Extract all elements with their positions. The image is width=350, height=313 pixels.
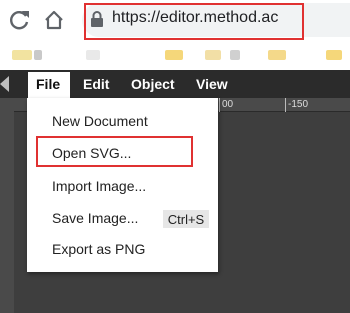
bookmark-blur (268, 50, 286, 60)
home-icon[interactable] (42, 8, 66, 32)
menu-bar: File Edit Object View (0, 70, 350, 98)
url-highlight-box (84, 3, 304, 40)
menu-item-export-png[interactable]: Export as PNG (52, 241, 145, 257)
file-menu-dropdown: New Document Open SVG... Import Image...… (27, 98, 218, 272)
open-svg-highlight-box (36, 136, 193, 167)
bookmark-blur (205, 50, 221, 60)
ruler-label: 00 (222, 99, 234, 110)
menu-item-save-image[interactable]: Save Image... (52, 210, 138, 226)
bookmark-blur (230, 50, 240, 60)
menu-object[interactable]: Object (131, 76, 175, 92)
bookmark-blur (12, 50, 32, 60)
ruler-tick (219, 98, 220, 112)
menu-view[interactable]: View (196, 76, 228, 92)
bookmark-blur (165, 50, 183, 60)
reload-icon[interactable] (8, 8, 32, 32)
ruler-tick (285, 98, 286, 112)
menu-item-import-image[interactable]: Import Image... (52, 178, 146, 194)
menu-edit[interactable]: Edit (83, 76, 109, 92)
save-shortcut-badge: Ctrl+S (163, 210, 209, 228)
bookmark-blur (326, 50, 342, 60)
browser-toolbar: https://editor.method.ac (0, 0, 350, 40)
collapse-arrow-icon[interactable] (0, 76, 9, 92)
menu-item-new-document[interactable]: New Document (52, 113, 148, 129)
ruler-label: -150 (288, 99, 309, 110)
bookmark-blur (86, 50, 100, 60)
bookmark-blur (34, 50, 42, 60)
bookmarks-bar (0, 40, 350, 70)
vertical-ruler (0, 98, 14, 313)
menu-file[interactable]: File (28, 72, 70, 98)
